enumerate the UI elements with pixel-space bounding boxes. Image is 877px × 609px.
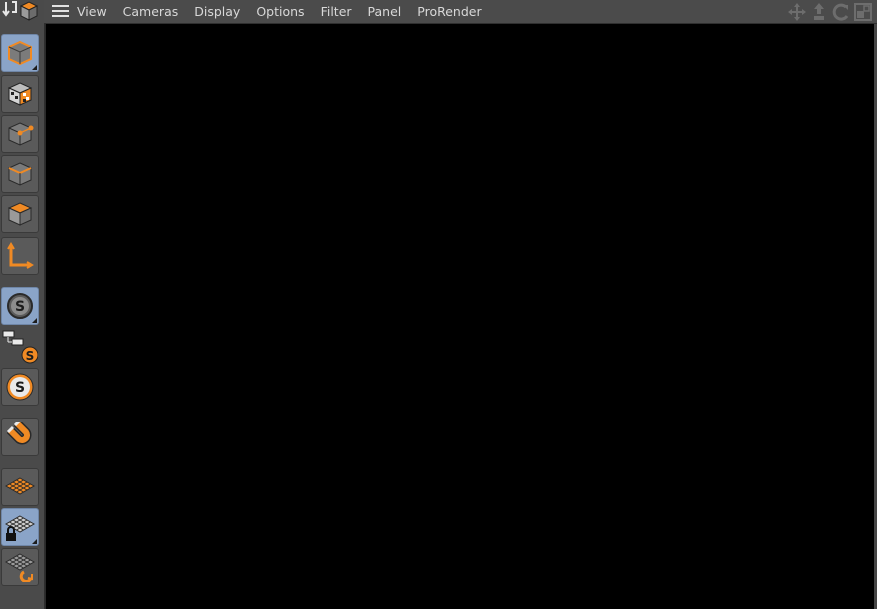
model-mode-icon [8, 40, 32, 66]
viewport-nav-icons [785, 2, 873, 22]
texture-mode-icon [7, 82, 33, 106]
edges-mode-button[interactable] [1, 155, 39, 193]
locked-workplane-button[interactable] [1, 508, 39, 546]
svg-text:S: S [15, 299, 25, 315]
tool-palette: S S S [0, 0, 45, 609]
enable-snap-icon: S [7, 293, 33, 319]
magnet-icon [6, 422, 32, 445]
move-view-icon[interactable] [787, 2, 807, 22]
polygons-mode-button[interactable] [1, 195, 39, 233]
magnet-button[interactable] [1, 418, 39, 456]
locked-workplane-icon [5, 515, 35, 541]
axis-mode-icon [7, 242, 34, 269]
texture-mode-button[interactable] [1, 75, 39, 113]
svg-text:S: S [26, 349, 35, 363]
menu-display[interactable]: Display [194, 0, 240, 23]
enable-snap-button[interactable]: S [1, 287, 39, 325]
menu-filter[interactable]: Filter [321, 0, 352, 23]
menu-prorender[interactable]: ProRender [417, 0, 481, 23]
menu-cameras[interactable]: Cameras [123, 0, 179, 23]
maximize-panel-icon[interactable] [853, 2, 873, 22]
rotate-view-icon[interactable] [831, 2, 851, 22]
edges-mode-icon [8, 162, 32, 186]
workplane-align-icon [5, 553, 35, 582]
polygons-mode-icon [7, 202, 33, 226]
workplane-button[interactable] [1, 468, 39, 506]
viewport-menubar: View Cameras Display Options Filter Pane… [44, 0, 877, 24]
workplane-align-button[interactable] [1, 548, 39, 586]
perspective-viewport[interactable] [45, 24, 874, 609]
hamburger-menu-icon[interactable] [52, 5, 69, 18]
svg-text:S: S [15, 380, 25, 396]
menu-panel[interactable]: Panel [368, 0, 402, 23]
coordinate-system-icon[interactable] [2, 0, 42, 23]
model-mode-button[interactable] [1, 34, 39, 72]
zoom-view-icon[interactable] [809, 2, 829, 22]
snap-settings-icon: S [6, 373, 34, 401]
menu-view[interactable]: View [77, 0, 107, 23]
viewport-menus: View Cameras Display Options Filter Pane… [77, 0, 498, 23]
hierarchy-snap-icon: S [2, 330, 38, 364]
menu-options[interactable]: Options [256, 0, 304, 23]
points-mode-button[interactable] [1, 115, 39, 153]
axis-mode-button[interactable] [1, 237, 39, 275]
snap-settings-button[interactable]: S [1, 368, 39, 406]
hierarchy-snap-button[interactable]: S [1, 327, 39, 365]
workplane-icon [5, 477, 35, 495]
points-mode-icon [8, 122, 34, 146]
